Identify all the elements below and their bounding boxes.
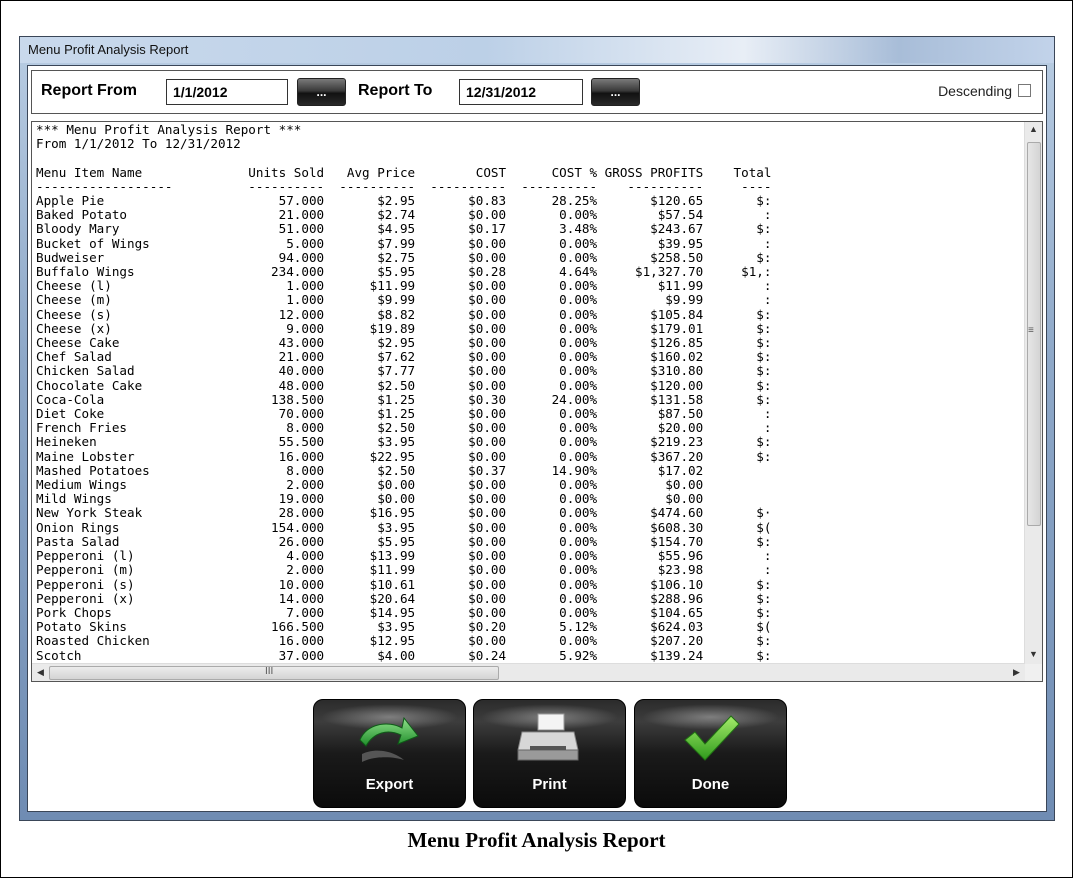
- checkmark-icon: [684, 715, 740, 761]
- print-label: Print: [532, 776, 567, 793]
- done-button[interactable]: Done: [634, 699, 787, 808]
- done-label: Done: [691, 776, 730, 793]
- report-text-area[interactable]: *** Menu Profit Analysis Report *** From…: [31, 121, 1043, 682]
- export-label: Export: [365, 776, 414, 793]
- scrollbar-corner: [1025, 664, 1042, 681]
- export-arrow-icon: [359, 716, 419, 762]
- scroll-right-arrow-icon[interactable]: ▶: [1008, 667, 1025, 678]
- window-title: Menu Profit Analysis Report: [20, 37, 1054, 63]
- hscroll-grip-icon: III: [265, 666, 274, 677]
- descending-label: Descending: [938, 83, 1012, 99]
- report-from-label: Report From: [41, 82, 137, 99]
- figure-caption: Menu Profit Analysis Report: [407, 828, 666, 852]
- report-to-label: Report To: [358, 82, 433, 99]
- scroll-up-arrow-icon[interactable]: ▲: [1025, 124, 1042, 134]
- descending-checkbox[interactable]: [1018, 84, 1031, 97]
- scroll-left-arrow-icon[interactable]: ◀: [32, 667, 49, 678]
- report-text: *** Menu Profit Analysis Report *** From…: [36, 123, 772, 663]
- report-window: Menu Profit Analysis Report Report From …: [19, 36, 1055, 821]
- report-from-field[interactable]: 1/1/2012: [166, 79, 288, 105]
- scroll-grip-icon: ≡: [1028, 325, 1034, 336]
- export-button[interactable]: Export: [313, 699, 466, 808]
- report-from-browse-button[interactable]: ...: [297, 78, 346, 106]
- window-client-area: Report From 1/1/2012 ... Report To 12/31…: [27, 65, 1047, 812]
- vertical-scrollbar[interactable]: ▲ ≡ ▼: [1024, 122, 1042, 664]
- report-to-browse-button[interactable]: ...: [591, 78, 640, 106]
- scroll-down-arrow-icon[interactable]: ▼: [1025, 649, 1042, 659]
- printer-icon: [517, 713, 579, 761]
- horizontal-scrollbar[interactable]: ◀ III ▶: [32, 663, 1025, 681]
- print-button[interactable]: Print: [473, 699, 626, 808]
- report-to-field[interactable]: 12/31/2012: [459, 79, 583, 105]
- horizontal-scroll-thumb[interactable]: [49, 666, 499, 680]
- date-filter-bar: Report From 1/1/2012 ... Report To 12/31…: [31, 70, 1043, 114]
